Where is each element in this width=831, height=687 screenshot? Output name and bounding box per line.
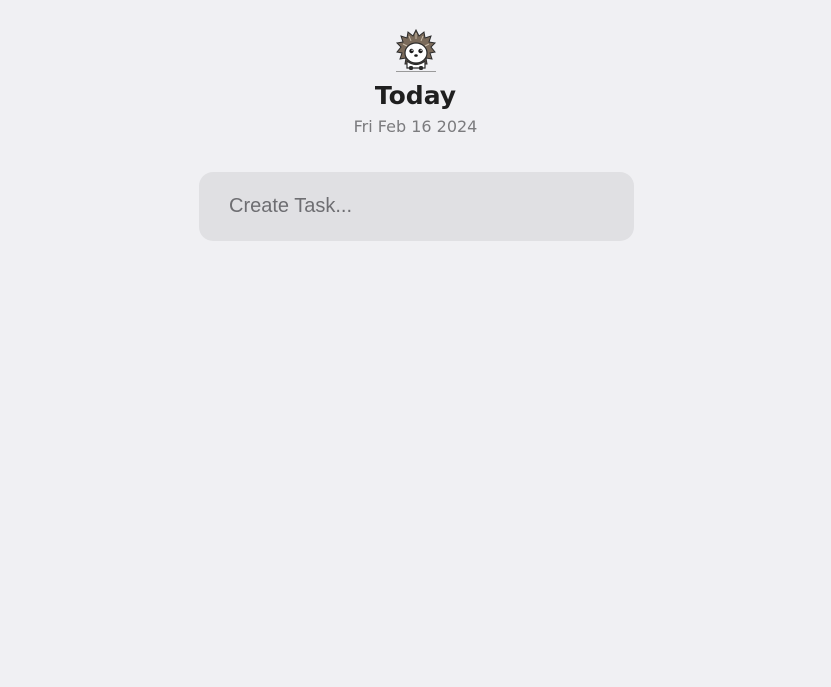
create-task-input[interactable]: [199, 172, 634, 241]
hedgehog-icon: [395, 28, 436, 72]
header: Today Fri Feb 16 2024: [0, 28, 831, 137]
create-task-field: [199, 172, 634, 241]
page-title: Today: [374, 81, 457, 110]
current-date: Fri Feb 16 2024: [353, 117, 478, 136]
app-page: Today Fri Feb 16 2024: [0, 0, 831, 687]
